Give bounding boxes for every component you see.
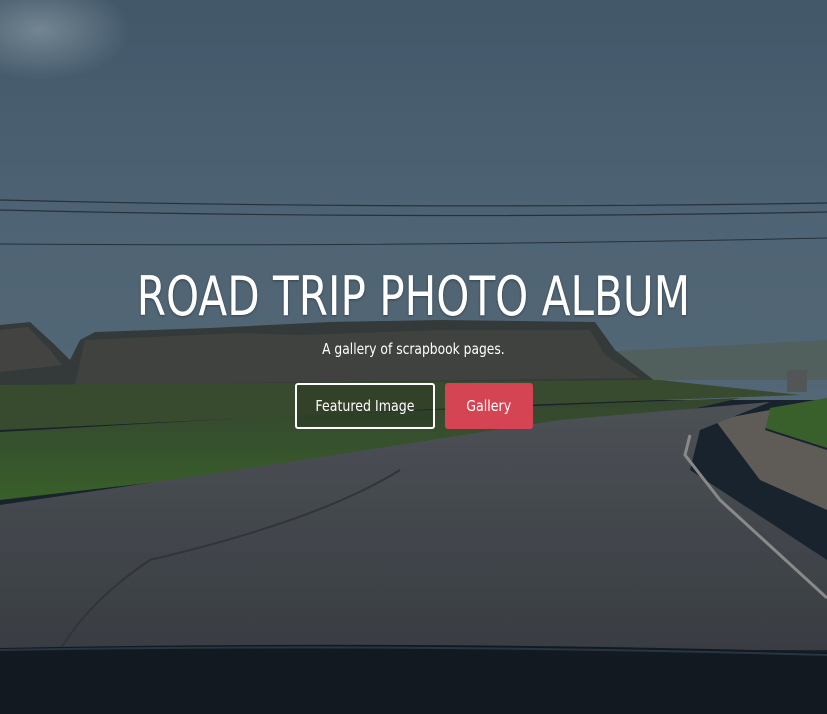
gallery-button[interactable]: Gallery	[445, 383, 533, 429]
featured-image-button[interactable]: Featured Image	[295, 383, 435, 429]
hero-subtitle: A gallery of scrapbook pages.	[322, 340, 505, 358]
hero-section: ROAD TRIP PHOTO ALBUM A gallery of scrap…	[0, 0, 827, 714]
hero-title: ROAD TRIP PHOTO ALBUM	[136, 265, 691, 328]
gallery-button-label: Gallery	[466, 397, 512, 415]
featured-image-button-label: Featured Image	[315, 397, 415, 415]
